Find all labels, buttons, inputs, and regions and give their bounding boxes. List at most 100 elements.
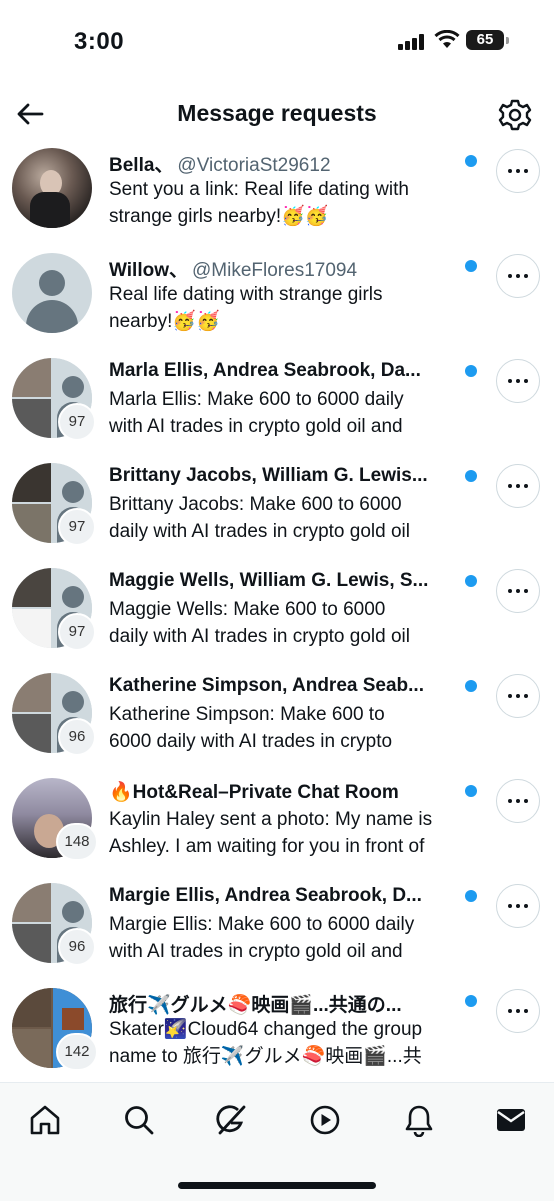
avatar xyxy=(12,148,92,228)
more-options-button[interactable] xyxy=(496,884,540,928)
grok-icon[interactable] xyxy=(214,1103,248,1137)
home-icon[interactable] xyxy=(28,1103,62,1137)
message-preview: Maggie Wells: Make 600 to 6000 daily with… xyxy=(109,596,479,650)
unread-dot xyxy=(465,470,477,482)
status-time: 3:00 xyxy=(74,28,125,55)
default-avatar-icon xyxy=(12,253,92,333)
notifications-icon[interactable] xyxy=(402,1103,436,1137)
gear-icon[interactable] xyxy=(498,98,532,132)
message-preview: Katherine Simpson: Make 600 to 6000 daily… xyxy=(109,701,479,755)
group-name: Katherine Simpson, Andrea Seab... xyxy=(109,675,424,696)
header: Message requests xyxy=(0,84,554,146)
more-options-button[interactable] xyxy=(496,569,540,613)
list-item[interactable]: 148 🔥Hot&Real–Private Chat Room Kaylin H… xyxy=(0,776,554,880)
unread-dot xyxy=(465,995,477,1007)
list-item[interactable]: 97 Marla Ellis, Andrea Seabrook, Da... M… xyxy=(0,356,554,460)
more-options-button[interactable] xyxy=(496,464,540,508)
message-request-list: Bella、 @VictoriaSt29612 Sent you a link: … xyxy=(0,146,554,1082)
member-count-badge: 97 xyxy=(58,508,96,546)
list-item[interactable]: Willow、 @MikeFlores17094 Real life dating… xyxy=(0,251,554,355)
member-count-badge: 142 xyxy=(56,1033,98,1071)
group-name: Brittany Jacobs, William G. Lewis... xyxy=(109,465,428,486)
conversation-title: 旅行✈️グルメ🍣映画🎬...共通の... xyxy=(109,990,459,1017)
member-count-badge: 97 xyxy=(58,403,96,441)
unread-dot xyxy=(465,890,477,902)
messages-icon[interactable] xyxy=(494,1103,528,1137)
list-item[interactable]: Bella、 @VictoriaSt29612 Sent you a link: … xyxy=(0,146,554,250)
list-item[interactable]: 97 Maggie Wells, William G. Lewis, S... … xyxy=(0,566,554,670)
list-item[interactable]: 142 旅行✈️グルメ🍣映画🎬...共通の... Skater🌠Cloud64 … xyxy=(0,986,554,1082)
more-options-button[interactable] xyxy=(496,674,540,718)
wifi-icon xyxy=(434,30,460,48)
message-preview: Real life dating with strange girls nearb… xyxy=(109,281,479,335)
group-name: Maggie Wells, William G. Lewis, S... xyxy=(109,570,429,591)
status-bar: 3:00 65 xyxy=(0,0,554,84)
avatar-body xyxy=(30,192,70,228)
page-title: Message requests xyxy=(177,100,377,126)
preview-line-2: nearby!🥳🥳 xyxy=(109,311,220,332)
unread-dot xyxy=(465,365,477,377)
battery-indicator: 65 xyxy=(466,30,504,50)
member-count-badge: 96 xyxy=(58,718,96,756)
conversation-title: Bella、 @VictoriaSt29612 xyxy=(109,150,459,177)
message-preview: Sent you a link: Real life dating with st… xyxy=(109,176,479,230)
list-item[interactable]: 96 Margie Ellis, Andrea Seabrook, D... M… xyxy=(0,881,554,985)
preview-line-2: strange girls nearby!🥳🥳 xyxy=(109,206,329,227)
more-options-button[interactable] xyxy=(496,254,540,298)
sender-handle: @VictoriaSt29612 xyxy=(177,155,331,176)
group-name: 🔥Hot&Real–Private Chat Room xyxy=(109,782,399,803)
group-name: 旅行✈️グルメ🍣映画🎬...共通の... xyxy=(109,995,402,1016)
preview-line-1: Real life dating with strange girls xyxy=(109,284,383,305)
search-icon[interactable] xyxy=(122,1103,156,1137)
battery-tip xyxy=(506,37,509,44)
cellular-signal-icon xyxy=(398,34,426,50)
preview-line-1: Brittany Jacobs: Make 600 to 6000 xyxy=(109,494,402,515)
conversation-title: Brittany Jacobs, William G. Lewis... xyxy=(109,465,459,487)
preview-line-2: Ashley. I am waiting for you in front of xyxy=(109,836,425,857)
home-indicator xyxy=(178,1182,376,1189)
sender-name: Willow、 xyxy=(109,260,188,281)
sender-handle: @MikeFlores17094 xyxy=(192,260,358,281)
list-item[interactable]: 96 Katherine Simpson, Andrea Seab... Kat… xyxy=(0,671,554,775)
preview-line-2: with AI trades in crypto gold oil and xyxy=(109,416,403,437)
member-count-badge: 96 xyxy=(58,928,96,966)
group-name: Marla Ellis, Andrea Seabrook, Da... xyxy=(109,360,421,381)
preview-line-1: Kaylin Haley sent a photo: My name is xyxy=(109,809,433,830)
sender-name: Bella、 xyxy=(109,155,174,176)
unread-dot xyxy=(465,260,477,272)
more-options-button[interactable] xyxy=(496,989,540,1033)
unread-dot xyxy=(465,785,477,797)
member-count-badge: 148 xyxy=(56,823,98,861)
preview-line-1: Margie Ellis: Make 600 to 6000 daily xyxy=(109,914,415,935)
list-item[interactable]: 97 Brittany Jacobs, William G. Lewis... … xyxy=(0,461,554,565)
preview-line-2: 6000 daily with AI trades in crypto xyxy=(109,731,393,752)
conversation-title: Maggie Wells, William G. Lewis, S... xyxy=(109,570,459,592)
video-icon[interactable] xyxy=(308,1103,342,1137)
unread-dot xyxy=(465,155,477,167)
conversation-title: Marla Ellis, Andrea Seabrook, Da... xyxy=(109,360,459,382)
more-options-button[interactable] xyxy=(496,359,540,403)
conversation-title: Katherine Simpson, Andrea Seab... xyxy=(109,675,459,697)
preview-line-1: Maggie Wells: Make 600 to 6000 xyxy=(109,599,386,620)
conversation-title: Willow、 @MikeFlores17094 xyxy=(109,255,459,282)
conversation-title: 🔥Hot&Real–Private Chat Room xyxy=(109,780,459,804)
preview-line-2: daily with AI trades in crypto gold oil xyxy=(109,521,410,542)
message-preview: Skater🌠Cloud64 changed the group name to … xyxy=(109,1016,479,1070)
unread-dot xyxy=(465,575,477,587)
preview-line-1: Katherine Simpson: Make 600 to xyxy=(109,704,385,725)
conversation-title: Margie Ellis, Andrea Seabrook, D... xyxy=(109,885,459,907)
more-options-button[interactable] xyxy=(496,149,540,193)
message-preview: Marla Ellis: Make 600 to 6000 daily with … xyxy=(109,386,479,440)
preview-line-2: with AI trades in crypto gold oil and xyxy=(109,941,403,962)
unread-dot xyxy=(465,680,477,692)
preview-line-1: Sent you a link: Real life dating with xyxy=(109,179,409,200)
preview-line-2: daily with AI trades in crypto gold oil xyxy=(109,626,410,647)
message-preview: Brittany Jacobs: Make 600 to 6000 daily w… xyxy=(109,491,479,545)
preview-line-1: Skater🌠Cloud64 changed the group xyxy=(109,1019,423,1040)
message-preview: Margie Ellis: Make 600 to 6000 daily with… xyxy=(109,911,479,965)
more-options-button[interactable] xyxy=(496,779,540,823)
preview-line-1: Marla Ellis: Make 600 to 6000 daily xyxy=(109,389,404,410)
member-count-badge: 97 xyxy=(58,613,96,651)
preview-line-2: name to 旅行✈️グルメ🍣映画🎬...共 xyxy=(109,1046,422,1067)
group-name: Margie Ellis, Andrea Seabrook, D... xyxy=(109,885,422,906)
